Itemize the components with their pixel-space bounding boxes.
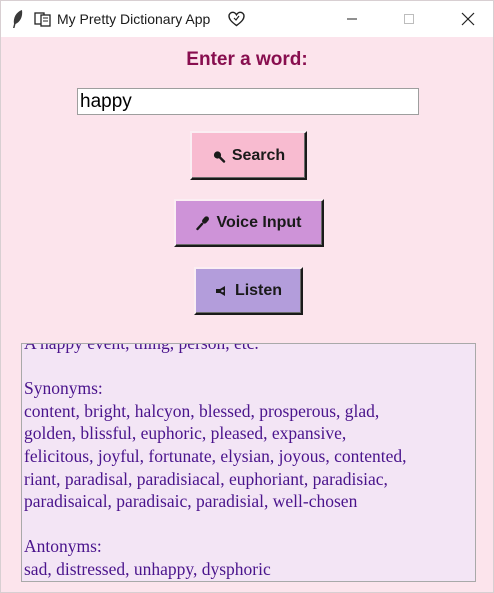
close-button[interactable]	[445, 1, 491, 37]
window-title: My Pretty Dictionary App	[57, 11, 211, 27]
definition-text: A happy event, thing, person, etc. Synon…	[24, 343, 474, 581]
maximize-button[interactable]	[386, 1, 432, 37]
search-button-label: Search	[231, 146, 286, 164]
minimize-icon	[347, 18, 357, 20]
definition-text-area[interactable]: A happy event, thing, person, etc. Synon…	[21, 343, 476, 582]
page-heading: Enter a word:	[186, 49, 308, 70]
feather-icon	[13, 10, 23, 28]
title-bar: My Pretty Dictionary App	[1, 1, 493, 37]
result-line: felicitous, joyful, fortunate, elysian, …	[24, 445, 407, 466]
word-input[interactable]	[77, 88, 419, 115]
result-line	[24, 513, 474, 536]
heart-icon	[228, 11, 245, 27]
result-line: A happy event, thing, person, etc.	[24, 343, 259, 353]
result-line: riant, paradisal, paradisiacal, euphoria…	[24, 468, 388, 489]
result-line: content, bright, halcyon, blessed, prosp…	[24, 400, 380, 421]
listen-button-label: Listen	[234, 282, 283, 299]
close-icon	[461, 12, 475, 26]
result-line: Antonyms:	[24, 536, 102, 557]
result-line: paradisaical, paradisaic, paradisial, we…	[24, 491, 358, 512]
listen-button[interactable]: Listen	[194, 267, 303, 315]
speaker-icon	[215, 286, 225, 296]
voice-input-button-label: Voice Input	[216, 214, 302, 231]
maximize-icon	[404, 14, 414, 24]
minimize-button[interactable]	[329, 1, 375, 37]
result-line: sad, distressed, unhappy, dysphoric	[24, 558, 271, 579]
app-window: My Pretty Dictionary App Enter a word: h…	[0, 0, 494, 593]
book-icon	[34, 12, 51, 27]
search-button[interactable]: Search	[190, 131, 307, 180]
result-line	[24, 355, 474, 378]
result-line: Synonyms:	[24, 378, 103, 399]
microphone-icon	[196, 216, 210, 231]
magnifier-icon	[213, 150, 226, 163]
voice-input-button[interactable]: Voice Input	[174, 199, 324, 247]
result-line: golden, blissful, euphoric, pleased, exp…	[24, 423, 347, 444]
